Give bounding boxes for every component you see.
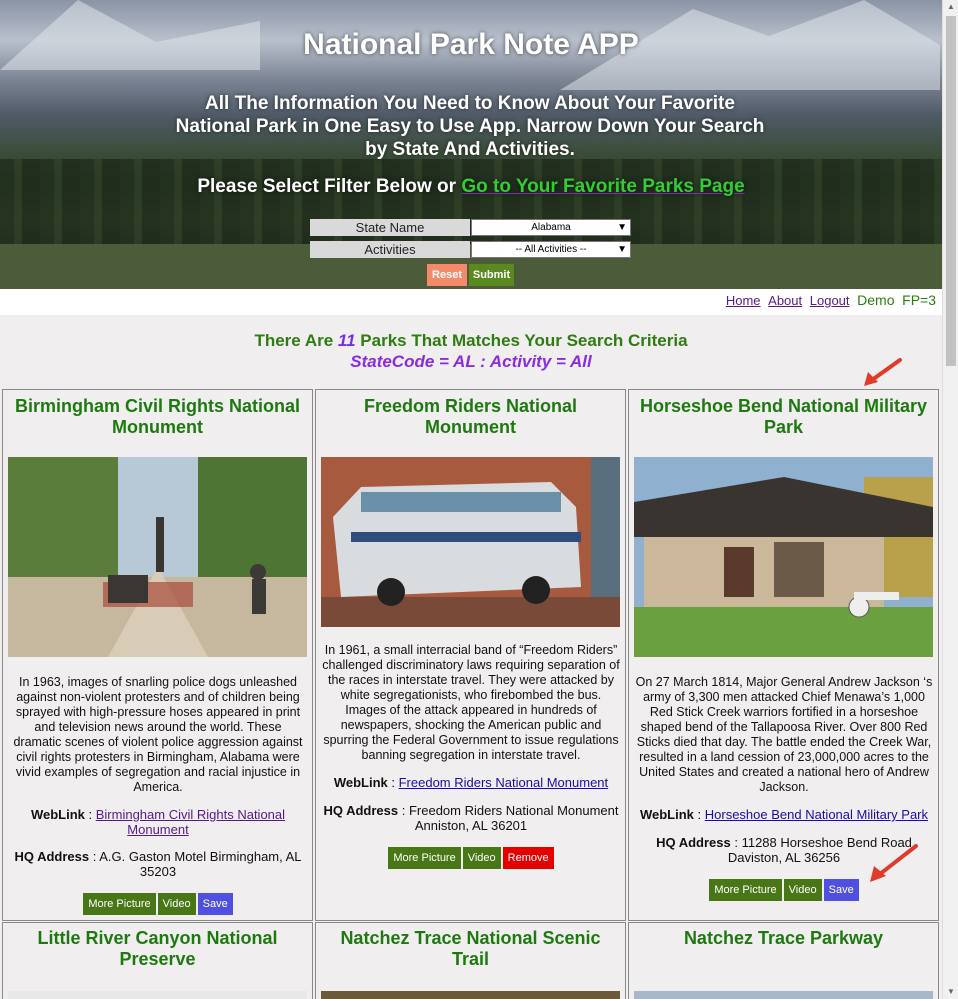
- hq-label: HQ Address: [656, 835, 731, 850]
- park-photo[interactable]: [8, 457, 307, 657]
- park-card: Natchez Trace National Scenic Trail: [315, 922, 626, 999]
- hq-label: HQ Address: [14, 849, 90, 864]
- park-hq-row: HQ Address : Freedom Riders National Mon…: [323, 803, 619, 833]
- park-photo-graphic: [634, 457, 933, 657]
- park-card: Birmingham Civil Rights National Monumen…: [2, 389, 313, 921]
- park-title: Birmingham Civil Rights National Monumen…: [14, 396, 301, 437]
- park-description: On 27 March 1814, Major General Andrew J…: [635, 675, 933, 794]
- weblink-label: WebLink: [30, 807, 85, 822]
- park-description: In 1961, a small interracial band of “Fr…: [322, 643, 620, 762]
- annotation-arrow-icon: [864, 358, 902, 386]
- park-weblink[interactable]: Horseshoe Bend National Military Park: [705, 807, 928, 822]
- activity-select[interactable]: -- All Activities -- ▼: [471, 241, 631, 258]
- park-photo[interactable]: [321, 457, 620, 657]
- park-card: Freedom Riders National Monument In 1961…: [315, 389, 626, 921]
- chevron-down-icon: ▼: [617, 222, 627, 233]
- save-button[interactable]: Save: [197, 893, 233, 915]
- park-title: Natchez Trace National Scenic Trail: [340, 928, 601, 969]
- annotation-arrow-icon: [870, 844, 918, 882]
- park-weblink-row: WebLink : Birmingham Civil Rights Nation…: [30, 807, 286, 837]
- activity-filter-row: Activities -- All Activities -- ▼: [310, 241, 631, 258]
- more-picture-button[interactable]: More Picture: [388, 847, 461, 869]
- more-picture-button[interactable]: More Picture: [83, 893, 156, 915]
- state-select[interactable]: Alabama ▼: [471, 219, 631, 236]
- park-photo[interactable]: [634, 457, 933, 657]
- scroll-down-icon[interactable]: ▼: [943, 985, 958, 999]
- state-select-value: Alabama: [531, 222, 571, 233]
- park-hq-address: A.G. Gaston Motel Birmingham, AL 35203: [99, 849, 302, 879]
- result-suffix: Parks That Matches Your Search Criteria: [355, 331, 688, 350]
- submit-button[interactable]: Submit: [469, 264, 514, 286]
- park-description: In 1963, images of snarling police dogs …: [13, 675, 303, 794]
- nav-bar: Home About Logout Demo FP=3: [0, 289, 942, 315]
- card-actions: More Picture Video Remove: [316, 847, 626, 869]
- filter-prompt-text: Please Select Filter Below or: [197, 176, 462, 197]
- park-hq-address: Freedom Riders National Monument Annisto…: [408, 803, 619, 833]
- nav-links: Home About Logout Demo FP=3: [722, 292, 936, 308]
- card-actions: More Picture Video Save: [3, 893, 313, 915]
- page-scrollbar[interactable]: ▲ ▼: [942, 0, 958, 999]
- park-card: Natchez Trace Parkway: [628, 922, 939, 999]
- app-subtitle: All The Information You Need to Know Abo…: [175, 93, 765, 160]
- scroll-up-icon[interactable]: ▲: [943, 0, 958, 14]
- favorite-count: FP=3: [902, 292, 936, 308]
- reset-button[interactable]: Reset: [427, 264, 467, 286]
- nav-about-link[interactable]: About: [768, 293, 802, 308]
- state-label: State Name: [310, 219, 470, 236]
- park-weblink[interactable]: Freedom Riders National Monument: [399, 775, 609, 790]
- park-title: Horseshoe Bend National Military Park: [639, 396, 928, 437]
- park-title: Natchez Trace Parkway: [683, 928, 884, 948]
- nav-logout-link[interactable]: Logout: [810, 293, 850, 308]
- park-weblink-row: WebLink : Horseshoe Bend National Milita…: [639, 807, 929, 822]
- park-photo[interactable]: [321, 991, 620, 999]
- more-picture-button[interactable]: More Picture: [709, 879, 782, 901]
- app-title: National Park Note APP: [303, 28, 639, 61]
- filter-prompt: Please Select Filter Below or Go to Your…: [0, 176, 942, 198]
- video-button[interactable]: Video: [783, 879, 822, 901]
- user-name: Demo: [857, 292, 895, 308]
- park-photo[interactable]: [634, 991, 933, 999]
- park-photo-graphic: [321, 457, 620, 627]
- save-button[interactable]: Save: [823, 879, 859, 901]
- nav-home-link[interactable]: Home: [726, 293, 761, 308]
- video-button[interactable]: Video: [157, 893, 196, 915]
- weblink-label: WebLink: [333, 775, 388, 790]
- video-button[interactable]: Video: [462, 847, 501, 869]
- scrollbar-thumb[interactable]: [946, 16, 956, 366]
- park-title: Freedom Riders National Monument: [363, 396, 578, 437]
- park-photo[interactable]: [8, 991, 307, 999]
- park-title: Little River Canyon National Preserve: [37, 928, 278, 969]
- search-criteria: StateCode = AL : Activity = All: [350, 352, 592, 371]
- favorite-parks-link[interactable]: Go to Your Favorite Parks Page: [461, 176, 744, 197]
- park-hq-row: HQ Address : A.G. Gaston Motel Birmingha…: [14, 849, 302, 879]
- remove-button[interactable]: Remove: [502, 847, 554, 869]
- result-count: 11: [337, 331, 356, 350]
- park-card: Little River Canyon National Preserve: [2, 922, 313, 999]
- park-weblink[interactable]: Birmingham Civil Rights National Monumen…: [96, 807, 285, 837]
- hq-label: HQ Address: [323, 803, 399, 818]
- state-filter-row: State Name Alabama ▼: [310, 219, 631, 236]
- result-prefix: There Are: [254, 331, 338, 350]
- park-weblink-row: WebLink : Freedom Riders National Monume…: [333, 775, 609, 790]
- park-photo-graphic: [8, 457, 307, 657]
- activity-select-value: -- All Activities --: [515, 244, 587, 255]
- activity-label: Activities: [310, 241, 470, 258]
- chevron-down-icon: ▼: [617, 244, 627, 255]
- result-summary: There Are 11 Parks That Matches Your Sea…: [0, 331, 942, 351]
- weblink-label: WebLink: [639, 807, 694, 822]
